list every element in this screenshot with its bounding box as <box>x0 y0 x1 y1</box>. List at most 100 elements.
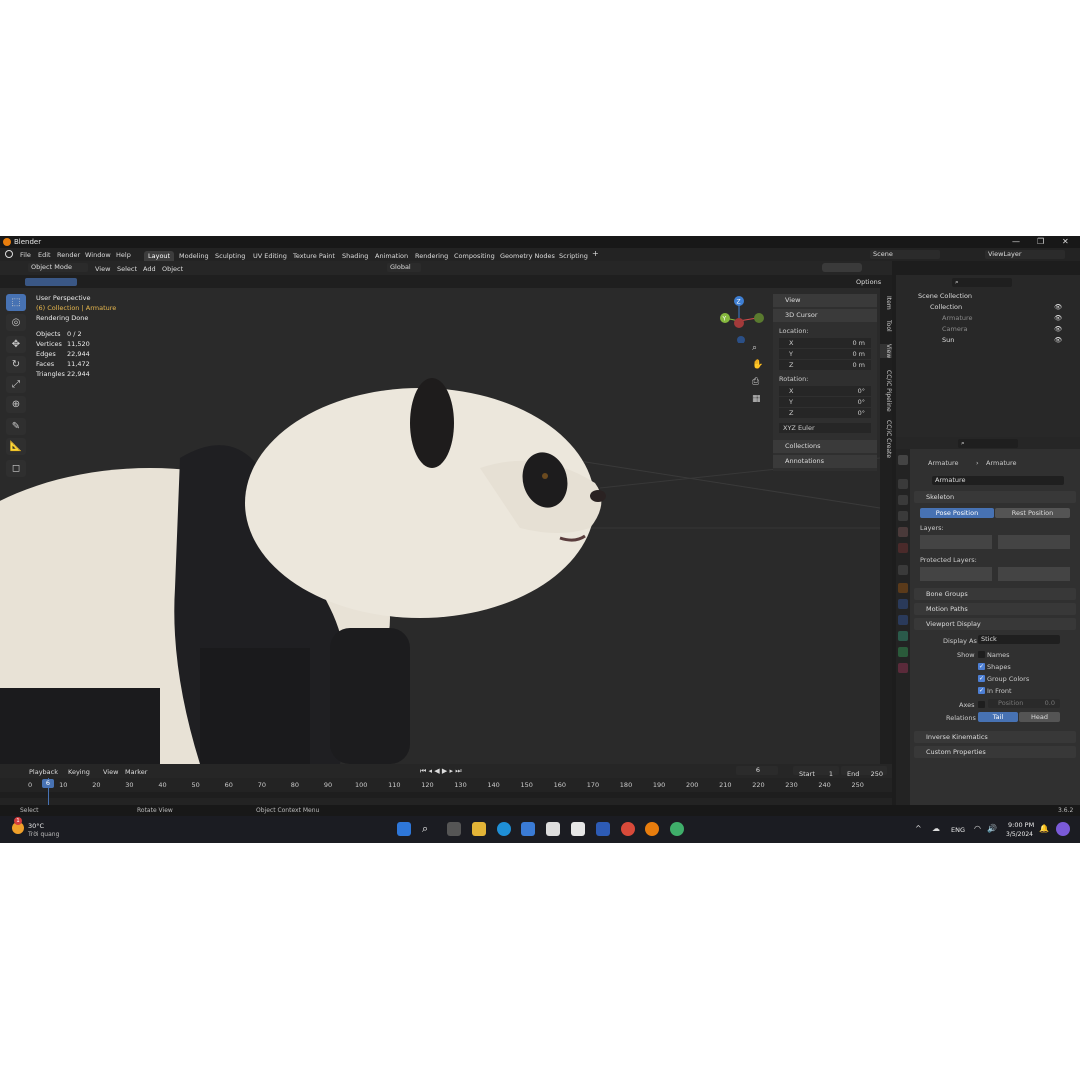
weather-temp[interactable]: 30°C <box>28 822 44 830</box>
protected-grid-b[interactable] <box>998 567 1070 581</box>
playback-menu[interactable]: Playback <box>29 768 58 776</box>
collections-section[interactable]: Collections <box>773 440 877 453</box>
timeline[interactable]: 6 0 10 20 30 40 50 60 70 80 90 100 110 120 130 140 150 1… <box>0 778 892 805</box>
clock-time[interactable]: 9:00 PM <box>1008 821 1034 829</box>
scene-tab-icon[interactable] <box>898 527 908 537</box>
pose-position-button[interactable]: Pose Position <box>920 508 994 518</box>
scene-selector[interactable]: Scene <box>870 250 940 259</box>
rotation-mode-select[interactable]: XYZ Euler <box>779 423 871 433</box>
minimize-button[interactable]: — <box>1012 237 1020 246</box>
annotate-tool-icon[interactable]: ✎ <box>6 418 26 435</box>
clock-date[interactable]: 3/5/2024 <box>1006 831 1033 838</box>
search-icon[interactable]: ⌕ <box>422 822 436 836</box>
blender-taskbar-icon[interactable] <box>645 822 659 836</box>
zoom-icon[interactable]: ⌕ <box>752 343 757 353</box>
current-frame-field[interactable]: 6 <box>736 766 778 775</box>
skeleton-section[interactable]: Skeleton <box>914 491 1076 503</box>
rotation-z-field[interactable]: Z 0° <box>779 408 871 418</box>
tab-cc-pipeline[interactable]: CC/iC Pipeline <box>880 370 892 412</box>
task-view-icon[interactable] <box>447 822 461 836</box>
rest-position-button[interactable]: Rest Position <box>995 508 1070 518</box>
render-tab-icon[interactable] <box>898 479 908 489</box>
photo-app-icon[interactable] <box>596 822 610 836</box>
rotation-y-field[interactable]: Y 0° <box>779 397 871 407</box>
inverse-kinematics-section[interactable]: Inverse Kinematics <box>914 731 1076 743</box>
options-dropdown[interactable]: Options <box>856 278 881 286</box>
tab-view[interactable]: View <box>880 344 892 359</box>
selection-mode-buttons[interactable] <box>25 278 77 286</box>
visibility-eye-icon[interactable]: 👁 <box>1054 325 1062 333</box>
blender-menu-icon[interactable] <box>5 250 13 258</box>
location-z-field[interactable]: Z 0 m <box>779 360 871 370</box>
names-checkbox[interactable] <box>978 651 985 658</box>
visibility-eye-icon[interactable]: 👁 <box>1054 314 1062 322</box>
playhead-label[interactable]: 6 <box>42 779 54 788</box>
display-as-select[interactable]: Stick <box>978 635 1060 644</box>
start-frame-field[interactable]: Start 1 <box>793 766 839 778</box>
view-section[interactable]: View <box>773 294 877 307</box>
cloud-icon[interactable]: ☁ <box>932 824 940 833</box>
texture-tab-icon[interactable] <box>898 663 908 673</box>
select-menu[interactable]: Select <box>117 265 137 273</box>
shading-modes[interactable] <box>822 263 862 272</box>
measure-tool-icon[interactable]: 📐 <box>6 438 26 455</box>
world-tab-icon[interactable] <box>898 543 908 553</box>
viewport-display-section[interactable]: Viewport Display <box>914 618 1076 630</box>
layers-grid-a[interactable] <box>920 535 992 549</box>
protected-grid-a[interactable] <box>920 567 992 581</box>
end-frame-field[interactable]: End 250 <box>841 766 887 778</box>
object-menu[interactable]: Object <box>162 265 183 273</box>
timeline-track[interactable] <box>0 792 892 798</box>
location-x-field[interactable]: X 0 m <box>779 338 871 348</box>
store-icon[interactable] <box>546 822 560 836</box>
marker-menu[interactable]: Marker <box>125 768 147 776</box>
add-cube-tool-icon[interactable]: ◻ <box>6 460 26 477</box>
notification-bell-icon[interactable]: 🔔 <box>1039 824 1049 833</box>
layers-grid-b[interactable] <box>998 535 1070 549</box>
visibility-eye-icon[interactable]: 👁 <box>1054 336 1062 344</box>
menu-window[interactable]: Window <box>85 251 111 259</box>
axes-position-field[interactable]: Position 0.0 <box>988 699 1060 708</box>
rotation-x-field[interactable]: X 0° <box>779 386 871 396</box>
pan-hand-icon[interactable]: ✋ <box>752 360 763 370</box>
add-menu[interactable]: Add <box>143 265 156 273</box>
object-tab-icon[interactable] <box>898 583 908 593</box>
maximize-button[interactable]: ❐ <box>1037 237 1044 246</box>
transform-tool-icon[interactable]: ⊕ <box>6 396 26 413</box>
3d-cursor-section[interactable]: 3D Cursor <box>773 309 877 322</box>
mode-selector[interactable]: Object Mode <box>28 263 88 272</box>
menu-help[interactable]: Help <box>116 251 131 259</box>
add-workspace-button[interactable]: + <box>592 249 599 258</box>
tab-item[interactable]: Item <box>880 296 892 310</box>
app-icon[interactable] <box>571 822 585 836</box>
properties-search[interactable]: ⌕ <box>958 439 1018 448</box>
windows-start-icon[interactable] <box>397 822 411 836</box>
collection-item[interactable]: Collection <box>930 303 962 311</box>
tab-cc-create[interactable]: CC/iC Create <box>880 420 892 458</box>
outliner-search[interactable]: ⌕ <box>952 278 1012 287</box>
menu-render[interactable]: Render <box>57 251 80 259</box>
move-tool-icon[interactable]: ✥ <box>6 336 26 353</box>
tray-chevron-icon[interactable]: ^ <box>915 824 922 833</box>
playback-controls[interactable]: ⏮ ◂ ◀ ▶ ▸ ⏭ <box>420 767 462 776</box>
menu-file[interactable]: File <box>20 251 31 259</box>
scale-tool-icon[interactable]: ⤢ <box>6 376 26 393</box>
select-box-tool-icon[interactable]: ⬚ <box>6 294 26 311</box>
relations-tail-button[interactable]: Tail <box>978 712 1018 722</box>
camera-item[interactable]: Camera <box>942 325 968 333</box>
motion-paths-section[interactable]: Motion Paths <box>914 603 1076 615</box>
cursor-tool-icon[interactable]: ◎ <box>6 314 26 331</box>
timeline-view-menu[interactable]: View <box>103 768 118 776</box>
group-colors-checkbox[interactable]: ✓ <box>978 675 985 682</box>
copilot-icon[interactable] <box>1056 822 1070 836</box>
view-layer-tab-icon[interactable] <box>898 511 908 521</box>
annotations-section[interactable]: Annotations <box>773 455 877 468</box>
keying-menu[interactable]: Keying <box>68 768 90 776</box>
snipping-tool-icon[interactable] <box>521 822 535 836</box>
armature-item[interactable]: Armature <box>942 314 973 322</box>
menu-edit[interactable]: Edit <box>38 251 51 259</box>
sun-item[interactable]: Sun <box>942 336 954 344</box>
visibility-eye-icon[interactable]: 👁 <box>1054 303 1062 311</box>
grid-view-icon[interactable]: ▦ <box>752 394 761 404</box>
relations-head-button[interactable]: Head <box>1019 712 1060 722</box>
